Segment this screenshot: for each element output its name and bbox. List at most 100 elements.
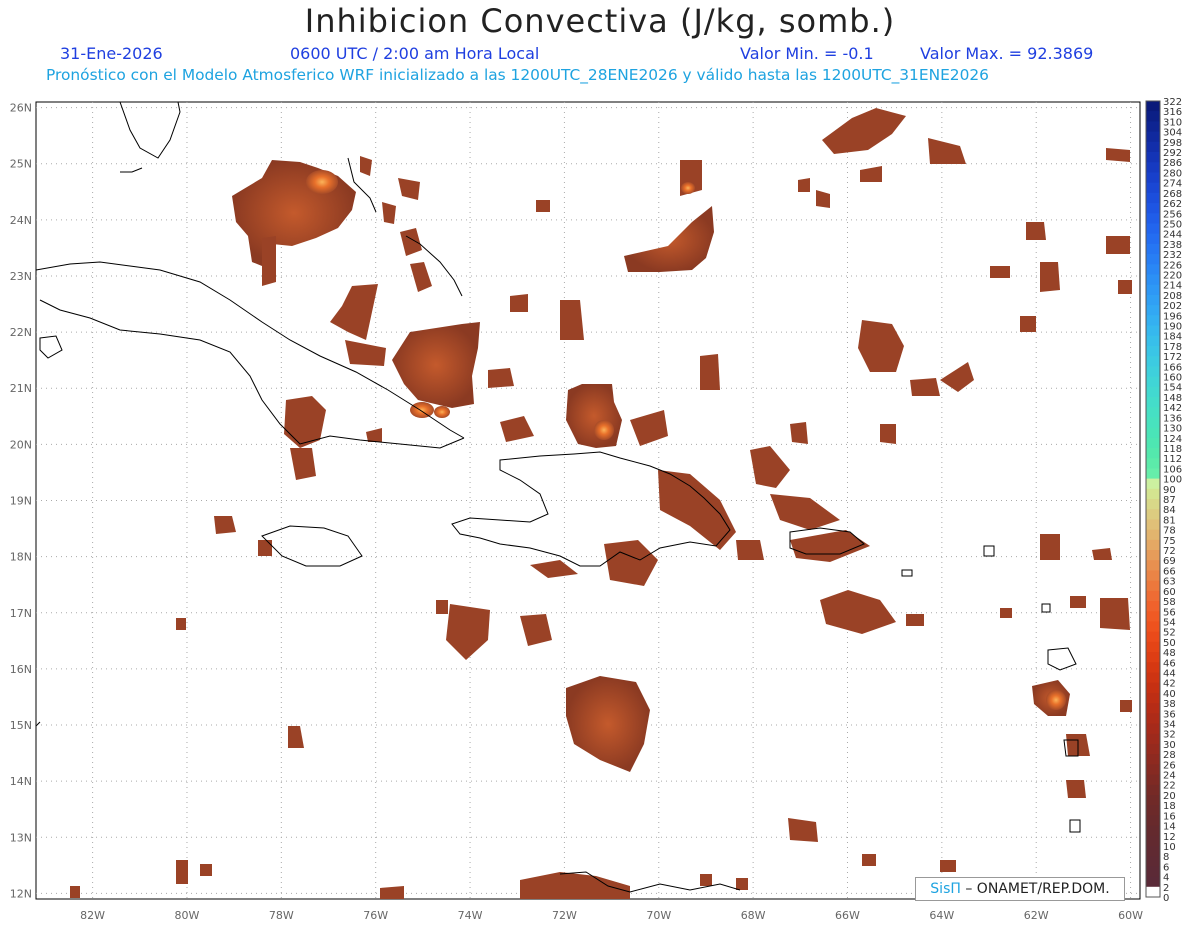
colorbar-swatch — [1146, 111, 1160, 122]
colorbar-swatch — [1146, 315, 1160, 327]
y-tick-label: 17N — [10, 607, 32, 620]
colorbar-swatch — [1146, 162, 1160, 173]
y-tick-label: 14N — [10, 775, 32, 788]
y-tick-label: 20N — [10, 438, 32, 451]
colorbar-swatch — [1146, 825, 1160, 837]
x-tick-label: 80W — [175, 909, 200, 922]
y-tick-label: 24N — [10, 214, 32, 227]
colorbar-swatch — [1146, 692, 1160, 704]
colorbar-swatch — [1146, 641, 1160, 653]
colorbar-swatch — [1146, 468, 1160, 480]
colorbar-swatch — [1146, 131, 1160, 143]
colorbar-swatch — [1146, 192, 1160, 204]
y-tick-label: 16N — [10, 663, 32, 676]
colorbar-swatch — [1146, 621, 1160, 633]
colorbar-swatch — [1146, 805, 1160, 816]
x-tick-label: 60W — [1118, 909, 1143, 922]
colorbar-swatch — [1146, 743, 1160, 755]
x-tick-label: 62W — [1024, 909, 1049, 922]
y-tick-label: 25N — [10, 158, 32, 171]
colorbar-swatch — [1146, 325, 1160, 337]
colorbar-swatch — [1146, 458, 1160, 469]
credit-org: – ONAMET/REP.DOM. — [965, 881, 1110, 897]
colorbar-swatch — [1146, 835, 1160, 847]
y-tick-label: 12N — [10, 887, 32, 900]
colorbar-swatch — [1146, 866, 1160, 878]
colorbar-swatch — [1146, 447, 1160, 459]
x-tick-label: 76W — [363, 909, 388, 922]
field-hot-leeward — [1046, 690, 1066, 710]
colorbar-swatch — [1146, 876, 1160, 888]
credit-box: SisΠ – ONAMET/REP.DOM. — [915, 877, 1125, 901]
x-tick-label: 68W — [741, 909, 766, 922]
sispi-logo: SisΠ — [930, 881, 961, 897]
colorbar-swatch — [1146, 672, 1160, 684]
colorbar-swatch — [1146, 254, 1160, 265]
weather-map: 3223163103042982922862802742682622562502… — [10, 97, 1182, 922]
field-hot-cuba — [410, 402, 434, 418]
colorbar-swatch — [1146, 784, 1160, 796]
colorbar-swatch — [1146, 417, 1160, 429]
y-tick-label: 13N — [10, 831, 32, 844]
colorbar-swatch — [1146, 213, 1160, 224]
colorbar-swatch — [1146, 172, 1160, 184]
colorbar-swatch — [1146, 815, 1160, 827]
colorbar-swatch — [1146, 345, 1160, 357]
y-tick-label: 23N — [10, 270, 32, 283]
colorbar-swatch — [1146, 284, 1160, 296]
colorbar-swatch — [1146, 713, 1160, 725]
colorbar-swatch — [1146, 631, 1160, 643]
colorbar-swatch — [1146, 407, 1160, 418]
colorbar-swatch — [1146, 243, 1160, 255]
colorbar-swatch — [1146, 570, 1160, 582]
colorbar-swatch — [1146, 733, 1160, 745]
colorbar-swatch — [1146, 590, 1160, 602]
x-tick-label: 64W — [929, 909, 954, 922]
colorbar-swatch — [1146, 152, 1160, 163]
x-tick-label: 82W — [80, 909, 105, 922]
y-tick-label: 19N — [10, 495, 32, 508]
colorbar-swatch — [1146, 611, 1160, 622]
colorbar-swatch — [1146, 274, 1160, 286]
colorbar-swatch — [1146, 682, 1160, 694]
colorbar-swatch — [1146, 580, 1160, 592]
field-hot-bahamas — [306, 170, 338, 194]
colorbar-swatch — [1146, 499, 1160, 510]
colorbar-swatch — [1146, 101, 1160, 112]
colorbar-swatch — [1146, 509, 1160, 520]
colorbar-swatch — [1146, 703, 1160, 714]
colorbar-swatch — [1146, 723, 1160, 735]
colorbar-swatch — [1146, 305, 1160, 316]
colorbar-swatch — [1146, 488, 1160, 500]
colorbar-swatch — [1146, 774, 1160, 786]
y-tick-label: 21N — [10, 382, 32, 395]
colorbar-swatch — [1146, 386, 1160, 398]
colorbar-swatch — [1146, 886, 1160, 898]
colorbar-swatch — [1146, 764, 1160, 776]
colorbar-swatch — [1146, 662, 1160, 673]
colorbar-swatch — [1146, 427, 1160, 439]
colorbar-swatch — [1146, 794, 1160, 806]
colorbar-swatch — [1146, 560, 1160, 571]
colorbar-swatch — [1146, 519, 1160, 531]
x-tick-label: 70W — [646, 909, 671, 922]
colorbar-swatch — [1146, 223, 1160, 235]
colorbar-swatch — [1146, 264, 1160, 275]
colorbar-swatch — [1146, 550, 1160, 561]
colorbar-label: 0 — [1163, 893, 1169, 904]
colorbar-swatch — [1146, 294, 1160, 306]
x-tick-label: 78W — [269, 909, 294, 922]
colorbar-swatch — [1146, 141, 1160, 153]
y-tick-label: 22N — [10, 326, 32, 339]
x-tick-label: 74W — [458, 909, 483, 922]
colorbar-swatch — [1146, 652, 1160, 663]
colorbar-swatch — [1146, 376, 1160, 388]
colorbar-swatch — [1146, 356, 1160, 367]
colorbar-swatch — [1146, 754, 1160, 765]
colorbar-swatch — [1146, 121, 1160, 133]
y-tick-label: 18N — [10, 551, 32, 564]
colorbar-swatch — [1146, 182, 1160, 194]
colorbar-swatch — [1146, 845, 1160, 857]
colorbar-swatch — [1146, 437, 1160, 449]
y-tick-label: 26N — [10, 102, 32, 115]
